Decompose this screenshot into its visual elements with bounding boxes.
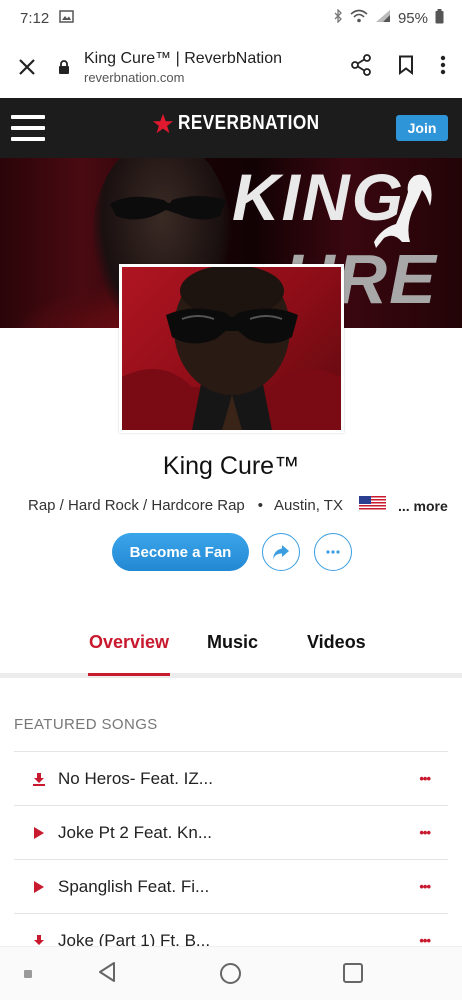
address-area[interactable]: King Cure™ | ReverbNation reverbnation.c… — [84, 49, 350, 86]
star-icon — [152, 113, 174, 133]
tab-overview[interactable]: Overview — [89, 632, 169, 653]
song-more-button[interactable]: ••• — [419, 771, 431, 786]
song-more-button[interactable]: ••• — [419, 879, 431, 894]
android-navigation-bar — [0, 946, 462, 1000]
active-tab-indicator — [88, 673, 170, 676]
page-url: reverbnation.com — [84, 69, 185, 85]
song-title[interactable]: Spanglish Feat. Fi... — [58, 877, 209, 897]
close-icon — [19, 59, 35, 75]
featured-songs-heading: FEATURED SONGS — [14, 716, 158, 733]
status-time: 7:12 — [20, 9, 50, 27]
close-tab-button[interactable] — [0, 58, 54, 76]
status-bar: 7:12 95% — [0, 0, 462, 36]
bluetooth-icon — [334, 8, 343, 27]
share-arrow-icon — [273, 545, 289, 559]
tab-videos[interactable]: Videos — [307, 632, 366, 653]
tab-music[interactable]: Music — [207, 632, 258, 653]
bookmark-icon[interactable] — [398, 55, 414, 80]
join-button[interactable]: Join — [396, 115, 448, 141]
logo-text: REVERBNATION — [178, 112, 320, 134]
wifi-icon — [350, 9, 368, 27]
site-header: REVERBNATION Join — [0, 98, 462, 158]
artist-name: King Cure™ — [162, 452, 300, 480]
ellipsis-icon — [326, 550, 340, 554]
home-icon[interactable] — [220, 963, 241, 984]
share-artist-button[interactable] — [262, 533, 300, 571]
song-row[interactable]: No Heros- Feat. IZ... ••• — [14, 751, 448, 805]
song-more-button[interactable]: ••• — [419, 825, 431, 840]
share-icon[interactable] — [350, 53, 372, 81]
reverbnation-logo[interactable]: REVERBNATION — [152, 112, 343, 135]
more-info-link[interactable]: ... more — [398, 498, 448, 514]
more-options-button[interactable] — [314, 533, 352, 571]
download-icon[interactable] — [30, 772, 48, 786]
artist-actions: Become a Fan — [112, 533, 352, 571]
nav-indicator-icon — [24, 970, 32, 978]
artist-profile-photo[interactable] — [119, 264, 344, 433]
image-icon — [59, 9, 74, 27]
dancer-silhouette-image — [374, 174, 432, 248]
battery-icon — [435, 8, 444, 28]
signal-icon — [375, 9, 391, 27]
battery-percent: 95% — [397, 9, 428, 27]
become-fan-button[interactable]: Become a Fan — [112, 533, 249, 571]
overflow-menu-icon[interactable] — [440, 55, 446, 80]
artist-genres: Rap / Hard Rock / Hardcore Rap — [28, 497, 245, 514]
play-icon[interactable] — [30, 880, 48, 894]
song-row[interactable]: Joke Pt 2 Feat. Kn... ••• — [14, 805, 448, 859]
separator-dot: • — [257, 497, 264, 514]
lock-icon — [54, 59, 74, 75]
artist-location: Austin, TX — [274, 497, 343, 514]
recent-apps-icon[interactable] — [343, 963, 363, 983]
featured-songs-list: No Heros- Feat. IZ... ••• Joke Pt 2 Feat… — [14, 751, 448, 967]
song-title[interactable]: No Heros- Feat. IZ... — [58, 769, 213, 789]
artist-meta: Rap / Hard Rock / Hardcore Rap • Austin,… — [28, 496, 448, 515]
profile-tabs: Overview Music Videos — [0, 618, 462, 678]
back-icon[interactable] — [97, 961, 117, 983]
song-title[interactable]: Joke Pt 2 Feat. Kn... — [58, 823, 212, 843]
play-icon[interactable] — [30, 826, 48, 840]
song-row[interactable]: Spanglish Feat. Fi... ••• — [14, 859, 448, 913]
browser-toolbar: King Cure™ | ReverbNation reverbnation.c… — [0, 36, 462, 98]
page-title: King Cure™ | ReverbNation — [84, 49, 283, 67]
hamburger-menu-icon[interactable] — [11, 115, 45, 141]
us-flag-icon — [358, 496, 386, 515]
